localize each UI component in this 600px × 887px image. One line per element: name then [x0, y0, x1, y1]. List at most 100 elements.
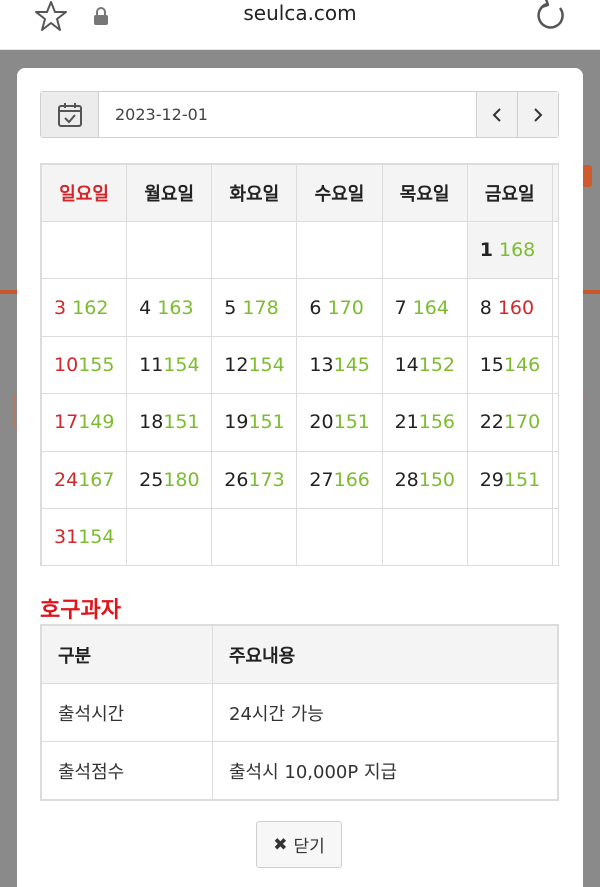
- day-number: 4: [139, 296, 152, 319]
- attendance-count: 167: [78, 468, 115, 491]
- calendar-day-cell[interactable]: 17149: [41, 393, 128, 452]
- weekday-header: 일요일: [41, 164, 128, 222]
- attendance-count: 173: [248, 468, 285, 491]
- weekday-header-row: 일요일 월요일 화요일 수요일 목요일 금요일: [41, 164, 558, 222]
- calendar-day-cell[interactable]: 20151: [296, 393, 383, 452]
- day-number: 31: [54, 526, 79, 549]
- day-number: 22: [479, 411, 504, 434]
- date-input[interactable]: [99, 92, 476, 137]
- attendance-count: 151: [333, 411, 370, 434]
- day-number: 14: [394, 353, 419, 376]
- background-page-accent: [0, 290, 17, 294]
- attendance-count: 160: [497, 296, 535, 319]
- attendance-count: 146: [503, 353, 541, 376]
- calendar-day-cell[interactable]: 29151: [466, 450, 553, 509]
- day-number: 15: [479, 353, 504, 376]
- calendar-day-cell[interactable]: 24167: [41, 450, 128, 509]
- calendar-overflow-cell: [551, 450, 558, 509]
- attendance-count: 163: [157, 296, 194, 319]
- calendar-day-cell[interactable]: 22170: [466, 393, 553, 452]
- day-number: 25: [139, 468, 164, 491]
- calendar-overflow-cell: [551, 393, 558, 452]
- refresh-icon[interactable]: [533, 0, 569, 32]
- attendance-count: 154: [163, 353, 200, 376]
- calendar-table: 일요일 월요일 화요일 수요일 목요일 금요일 1 168 3 162 4 163 5 178 6…: [41, 164, 558, 565]
- calendar-overflow-cell: [551, 220, 558, 280]
- calendar-day-cell: [296, 220, 383, 280]
- attendance-count: 164: [412, 296, 449, 319]
- calendar-day-cell[interactable]: 28150: [381, 450, 468, 509]
- calendar-day-cell[interactable]: 10155: [41, 335, 128, 395]
- close-button-label: 닫기: [293, 837, 325, 857]
- calendar-day-cell[interactable]: 21156: [381, 393, 468, 452]
- attendance-count: 151: [248, 411, 285, 434]
- day-number: 1: [479, 239, 493, 262]
- attendance-count: 154: [78, 526, 115, 549]
- attendance-modal: 일요일월요일화요일수요일목요일금요일 1 1683 1624 1635 1786…: [17, 68, 583, 887]
- calendar-day-cell[interactable]: 15146: [466, 335, 553, 395]
- calendar-day-cell[interactable]: 12154: [211, 335, 298, 395]
- attendance-count: 168: [498, 239, 536, 262]
- day-number: 17: [54, 411, 79, 434]
- calendar-day-cell[interactable]: 4 163: [126, 278, 213, 337]
- day-number: 13: [309, 353, 334, 376]
- calendar-day-cell[interactable]: 13145: [296, 335, 383, 395]
- attendance-count: 170: [503, 411, 541, 434]
- attendance-count: 150: [418, 468, 456, 491]
- calendar-day-cell[interactable]: 26173: [211, 450, 298, 509]
- calendar-day-cell[interactable]: 25180: [126, 450, 213, 509]
- calendar-overflow-cell: [551, 278, 558, 337]
- day-number: 3: [54, 296, 67, 319]
- weekday-header: 월요일: [126, 164, 213, 222]
- attendance-count: 156: [418, 411, 456, 434]
- day-number: 26: [224, 468, 249, 491]
- calendar-day-cell: [466, 507, 553, 565]
- calendar-day-cell[interactable]: 1 168: [466, 220, 553, 280]
- calendar-day-cell[interactable]: 14152: [381, 335, 468, 395]
- calendar-day-cell[interactable]: 6 170: [296, 278, 383, 337]
- calendar-addon[interactable]: [41, 92, 99, 137]
- calendar-day-cell[interactable]: 8 160: [466, 278, 553, 337]
- calendar-day-cell: [381, 220, 468, 280]
- calendar-day-cell[interactable]: 11154: [126, 335, 213, 395]
- prev-month-button[interactable]: [476, 92, 517, 137]
- browser-toolbar: seulca.com: [0, 0, 600, 50]
- attendance-count: 145: [333, 353, 370, 376]
- day-number: 12: [224, 353, 249, 376]
- calendar-day-cell[interactable]: 18151: [126, 393, 213, 452]
- day-number: 8: [479, 296, 492, 319]
- attendance-count: 149: [78, 411, 115, 434]
- attendance-count: 162: [72, 296, 109, 319]
- calendar-day-cell[interactable]: 19151: [211, 393, 298, 452]
- day-number: 28: [394, 468, 419, 491]
- day-number: 11: [139, 353, 164, 376]
- calendar-week-row: 17149 18151 19151 20151 21156 22170: [41, 393, 558, 452]
- day-number: 7: [394, 296, 407, 319]
- day-number: 20: [309, 411, 334, 434]
- attendance-count: 178: [242, 296, 279, 319]
- address-bar-url[interactable]: seulca.com: [0, 1, 600, 25]
- calendar-week-row: 1 168: [41, 220, 558, 280]
- close-button[interactable]: ✖ 닫기: [256, 821, 342, 868]
- day-number: 6: [309, 296, 322, 319]
- table-row: 출석시간 24시간 가능: [41, 683, 558, 742]
- day-number: 18: [139, 411, 164, 434]
- calendar-day-cell[interactable]: 27166: [296, 450, 383, 509]
- date-picker: [40, 91, 559, 138]
- info-cell-value: 24시간 가능: [212, 683, 558, 742]
- calendar-day-cell: [211, 220, 298, 280]
- calendar-day-cell[interactable]: 31154: [41, 507, 128, 565]
- info-cell-label: 출석시간: [41, 683, 213, 742]
- attendance-count: 151: [163, 411, 200, 434]
- calendar-week-row: 3 162 4 163 5 178 6 170 7 164 8 160: [41, 278, 558, 337]
- calendar-day-cell: [211, 507, 298, 565]
- weekday-header-overflow: [551, 164, 558, 222]
- next-month-button[interactable]: [517, 92, 558, 137]
- calendar-day-cell: [41, 220, 128, 280]
- weekday-header: 화요일: [211, 164, 298, 222]
- calendar-day-cell[interactable]: 5 178: [211, 278, 298, 337]
- weekday-header: 금요일: [466, 164, 553, 222]
- day-number: 5: [224, 296, 237, 319]
- calendar-day-cell[interactable]: 7 164: [381, 278, 468, 337]
- calendar-day-cell[interactable]: 3 162: [41, 278, 128, 337]
